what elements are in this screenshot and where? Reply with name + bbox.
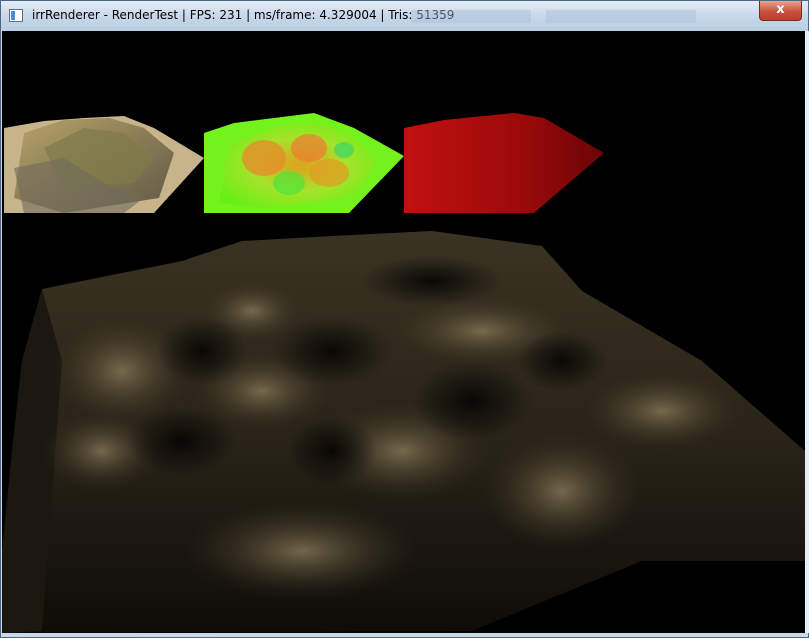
terrain-render xyxy=(2,231,805,633)
title-bar[interactable]: irrRenderer - RenderTest | FPS: 231 | ms… xyxy=(1,1,808,31)
window-border-right xyxy=(805,31,809,633)
app-icon[interactable] xyxy=(9,9,23,22)
application-window: irrRenderer - RenderTest | FPS: 231 | ms… xyxy=(0,0,809,638)
background-window-ghost xyxy=(546,10,696,23)
window-title: irrRenderer - RenderTest | FPS: 231 | ms… xyxy=(32,8,455,22)
render-viewport[interactable] xyxy=(2,31,805,633)
close-icon: x xyxy=(776,2,785,17)
close-button[interactable]: x xyxy=(759,1,802,21)
background-window-ghost xyxy=(411,10,531,23)
